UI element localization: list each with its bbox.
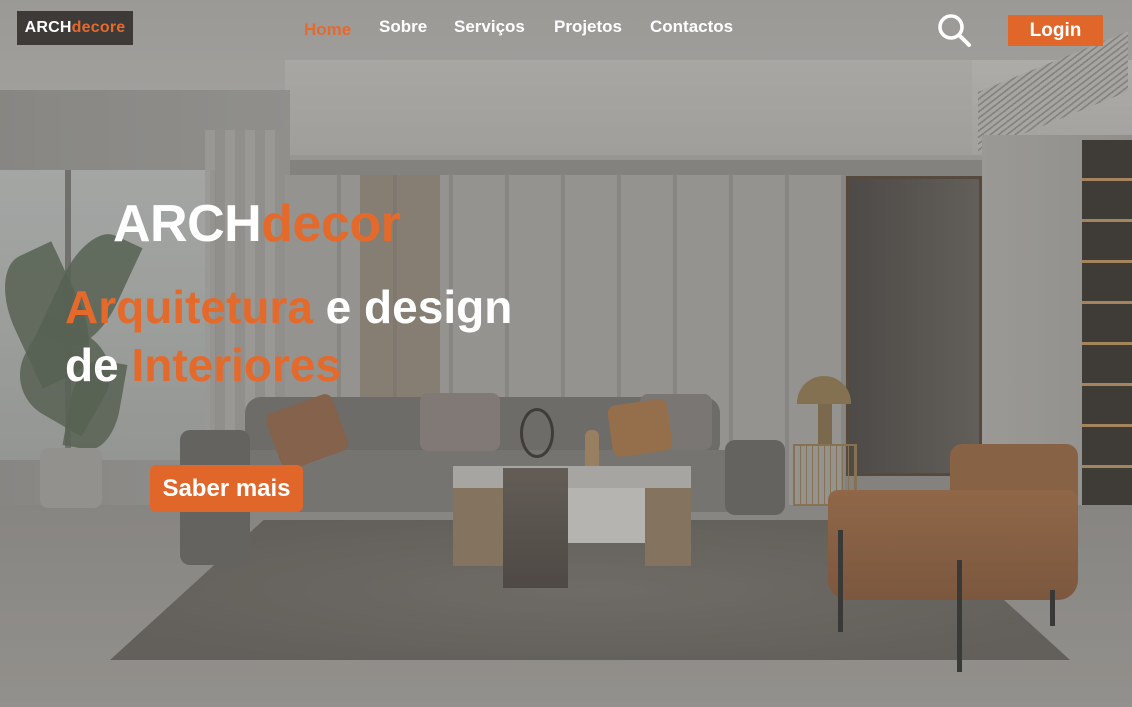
saber-mais-button[interactable]: Saber mais bbox=[150, 465, 303, 512]
headline-text-2: de bbox=[65, 339, 132, 391]
hero-headline: Arquitetura e design de Interiores bbox=[65, 278, 512, 394]
hero-brand: ARCHdecor bbox=[113, 194, 401, 254]
headline-accent-1: Arquitetura bbox=[65, 281, 313, 333]
nav-item-sobre[interactable]: Sobre bbox=[379, 17, 427, 37]
nav-item-home[interactable]: Home bbox=[304, 20, 351, 40]
headline-text-1: e design bbox=[312, 281, 513, 333]
logo-text-accent: decore bbox=[71, 19, 126, 36]
search-icon[interactable] bbox=[936, 12, 972, 48]
site-logo[interactable]: ARCH decore bbox=[17, 11, 133, 45]
nav-item-contactos[interactable]: Contactos bbox=[650, 17, 733, 37]
login-button[interactable]: Login bbox=[1008, 15, 1103, 46]
logo-text-main: ARCH bbox=[24, 19, 72, 36]
hero-brand-accent: decor bbox=[261, 195, 401, 253]
nav-item-servicos[interactable]: Serviços bbox=[454, 17, 525, 37]
headline-accent-2: Interiores bbox=[131, 339, 342, 391]
hero-brand-main: ARCH bbox=[113, 195, 262, 253]
nav-item-projetos[interactable]: Projetos bbox=[554, 17, 622, 37]
